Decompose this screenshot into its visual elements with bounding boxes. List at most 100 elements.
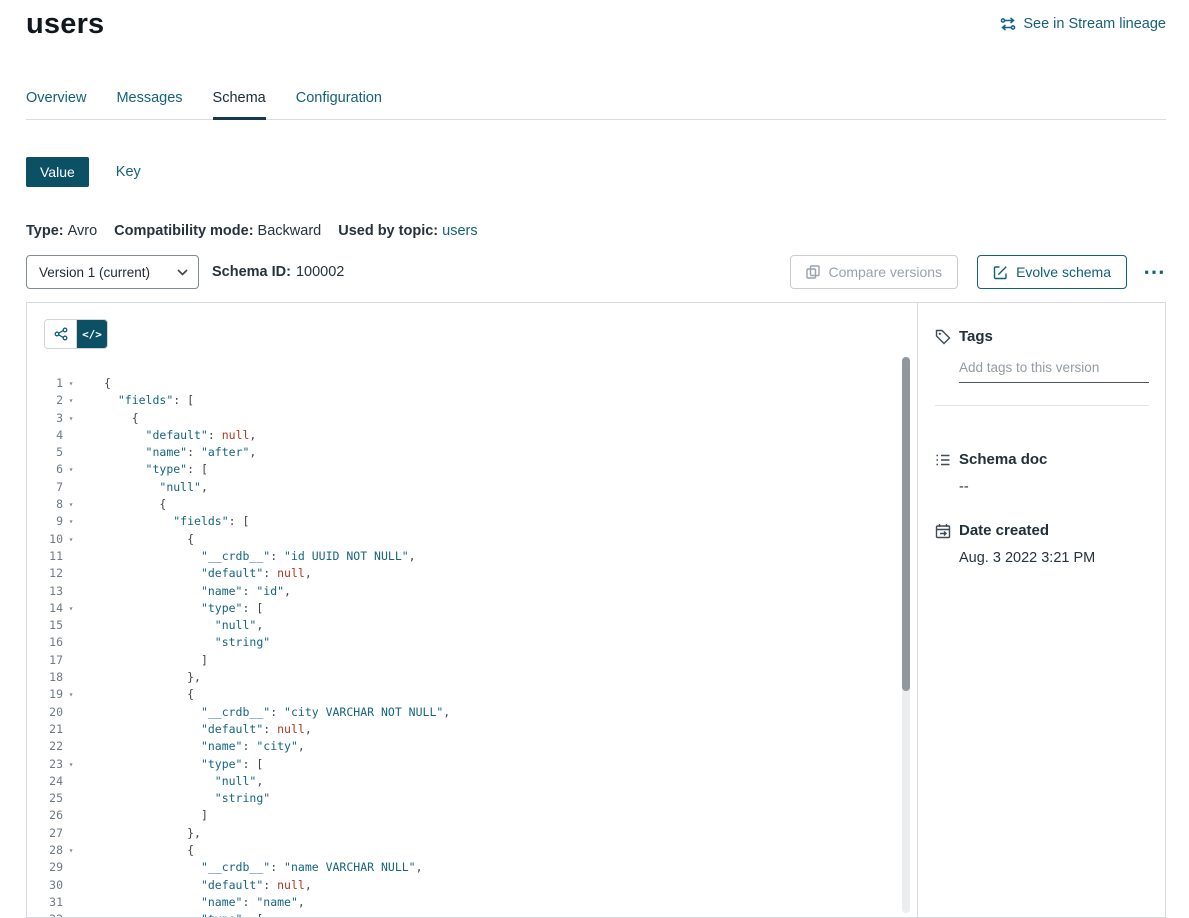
topic-link[interactable]: users — [442, 223, 477, 239]
tab-configuration[interactable]: Configuration — [296, 90, 382, 120]
code-view-button[interactable]: </> — [76, 320, 107, 348]
schema-content: </> 1▾{2▾ "fields": [3▾ {4 "default": nu… — [26, 302, 1166, 918]
line-number: 6 — [27, 461, 63, 478]
line-number: 27 — [27, 825, 63, 842]
collapse-spacer — [63, 773, 79, 790]
collapse-spacer — [63, 877, 79, 894]
evolve-schema-label: Evolve schema — [1016, 264, 1111, 280]
code-text: "null", — [79, 773, 263, 790]
schema-id-value: 100002 — [296, 264, 344, 280]
code-text: { — [79, 375, 111, 392]
stream-lineage-link[interactable]: See in Stream lineage — [1000, 16, 1166, 32]
date-created-value: Aug. 3 2022 3:21 PM — [959, 550, 1149, 566]
collapse-spacer — [63, 721, 79, 738]
code-line: 29 "__crdb__": "name VARCHAR NULL", — [27, 859, 917, 876]
page-title: users — [26, 8, 104, 41]
line-number: 25 — [27, 790, 63, 807]
code-line: 32▾ "type": [ — [27, 911, 917, 917]
collapse-spacer — [63, 444, 79, 461]
collapse-spacer — [63, 894, 79, 911]
collapse-arrow-icon[interactable]: ▾ — [63, 842, 79, 859]
line-number: 9 — [27, 513, 63, 530]
code-line: 24 "null", — [27, 773, 917, 790]
type-group: Type:Avro — [26, 223, 97, 239]
collapse-arrow-icon[interactable]: ▾ — [63, 392, 79, 409]
collapse-arrow-icon[interactable]: ▾ — [63, 911, 79, 917]
code-line: 4 "default": null, — [27, 427, 917, 444]
code-line: 9▾ "fields": [ — [27, 513, 917, 530]
line-number: 17 — [27, 652, 63, 669]
collapse-arrow-icon[interactable]: ▾ — [63, 410, 79, 427]
schema-id-group: Schema ID:100002 — [212, 264, 344, 280]
collapse-arrow-icon[interactable]: ▾ — [63, 756, 79, 773]
tab-messages[interactable]: Messages — [116, 90, 182, 120]
collapse-spacer — [63, 825, 79, 842]
tags-section-title: Tags — [959, 328, 993, 345]
compat-mode-label: Compatibility mode: — [114, 223, 253, 239]
line-number: 8 — [27, 496, 63, 513]
line-number: 5 — [27, 444, 63, 461]
code-text: { — [79, 496, 166, 513]
code-scrollbar-thumb[interactable] — [902, 357, 910, 691]
code-lines: 1▾{2▾ "fields": [3▾ {4 "default": null,5… — [27, 375, 917, 917]
line-number: 29 — [27, 859, 63, 876]
collapse-spacer — [63, 427, 79, 444]
calendar-icon — [935, 523, 951, 539]
schema-doc-value: -- — [959, 479, 1149, 495]
code-line: 7 "null", — [27, 479, 917, 496]
collapse-arrow-icon[interactable]: ▾ — [63, 496, 79, 513]
code-line: 18 }, — [27, 669, 917, 686]
version-select[interactable]: Version 1 (current) — [26, 255, 199, 289]
code-line: 28▾ { — [27, 842, 917, 859]
edit-schema-icon — [993, 265, 1008, 280]
compat-group: Compatibility mode:Backward — [114, 223, 321, 239]
key-toggle-button[interactable]: Key — [116, 164, 141, 180]
code-scrollbar[interactable] — [902, 357, 910, 913]
code-text: "null", — [79, 617, 263, 634]
line-number: 3 — [27, 410, 63, 427]
code-line: 21 "default": null, — [27, 721, 917, 738]
version-select-value: Version 1 (current) — [39, 265, 150, 280]
code-text: "__crdb__": "city VARCHAR NOT NULL", — [79, 704, 450, 721]
line-number: 22 — [27, 738, 63, 755]
line-number: 4 — [27, 427, 63, 444]
code-line: 15 "null", — [27, 617, 917, 634]
compare-versions-label: Compare versions — [828, 264, 942, 280]
collapse-arrow-icon[interactable]: ▾ — [63, 461, 79, 478]
tab-overview[interactable]: Overview — [26, 90, 86, 120]
code-text: }, — [79, 669, 201, 686]
line-number: 2 — [27, 392, 63, 409]
compare-versions-button[interactable]: Compare versions — [790, 255, 958, 289]
code-line: 19▾ { — [27, 686, 917, 703]
code-line: 26 ] — [27, 807, 917, 824]
tab-schema[interactable]: Schema — [213, 90, 266, 120]
collapse-arrow-icon[interactable]: ▾ — [63, 686, 79, 703]
collapse-arrow-icon[interactable]: ▾ — [63, 513, 79, 530]
collapse-spacer — [63, 704, 79, 721]
line-number: 16 — [27, 634, 63, 651]
line-number: 11 — [27, 548, 63, 565]
used-by-topic-label: Used by topic: — [338, 223, 438, 239]
code-text: "string" — [79, 790, 270, 807]
code-line: 12 "default": null, — [27, 565, 917, 582]
code-line: 14▾ "type": [ — [27, 600, 917, 617]
schema-doc-header: Schema doc — [935, 451, 1149, 468]
collapse-arrow-icon[interactable]: ▾ — [63, 600, 79, 617]
tags-input[interactable] — [959, 358, 1149, 383]
evolve-schema-button[interactable]: Evolve schema — [977, 255, 1127, 289]
collapse-spacer — [63, 859, 79, 876]
line-number: 19 — [27, 686, 63, 703]
value-toggle-button[interactable]: Value — [26, 157, 89, 187]
code-line: 11 "__crdb__": "id UUID NOT NULL", — [27, 548, 917, 565]
code-line: 6▾ "type": [ — [27, 461, 917, 478]
date-created-header: Date created — [935, 522, 1149, 539]
line-number: 15 — [27, 617, 63, 634]
code-text: "name": "city", — [79, 738, 305, 755]
tab-bar: Overview Messages Schema Configuration — [26, 90, 1166, 120]
code-line: 8▾ { — [27, 496, 917, 513]
code-line: 5 "name": "after", — [27, 444, 917, 461]
more-options-button[interactable]: ⋯ — [1143, 261, 1166, 283]
tree-view-button[interactable] — [45, 320, 76, 348]
collapse-arrow-icon[interactable]: ▾ — [63, 375, 79, 392]
collapse-arrow-icon[interactable]: ▾ — [63, 531, 79, 548]
